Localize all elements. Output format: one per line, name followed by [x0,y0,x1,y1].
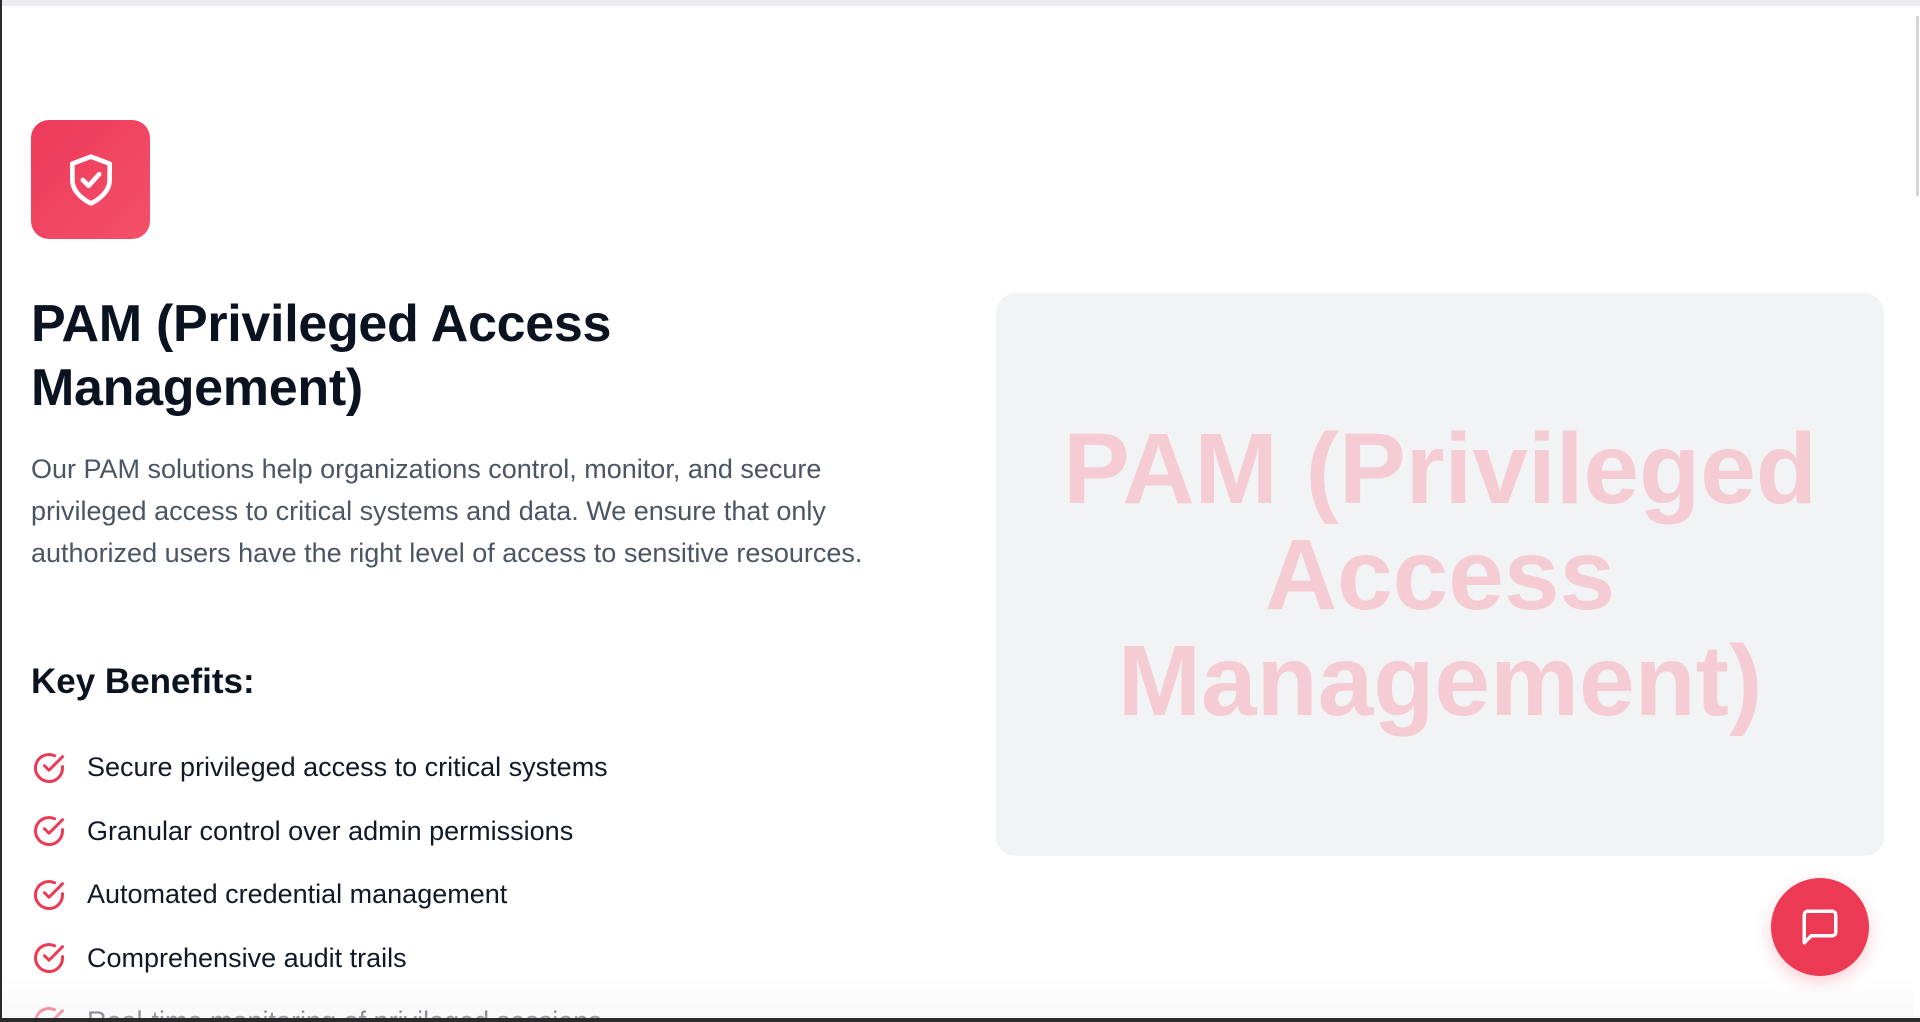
benefit-label: Comprehensive audit trails [87,942,407,973]
benefits-heading: Key Benefits: [31,662,255,701]
list-item: Automated credential management [31,863,931,927]
benefit-label: Automated credential management [87,879,508,910]
service-icon-tile [31,120,150,239]
benefits-list: Secure privileged access to critical sys… [31,736,931,1022]
check-circle-icon [34,943,64,974]
page-title: PAM (Privileged Access Management) [31,295,612,417]
scrollbar[interactable] [1914,6,1920,1016]
list-item: Secure privileged access to critical sys… [31,736,931,800]
scrollbar-thumb[interactable] [1916,16,1919,196]
bottom-edge [2,1018,1920,1022]
service-description: Our PAM solutions help organizations con… [31,454,863,568]
check-circle-icon [34,752,64,783]
chat-button[interactable] [1771,878,1869,976]
list-item: Granular control over admin permissions [31,800,931,864]
check-circle-icon [34,879,64,910]
check-circle-icon [34,816,64,847]
top-edge [2,0,1920,6]
hero-placeholder-text: PAM (Privileged Access Management) [1063,412,1817,737]
hero-image-placeholder: PAM (Privileged Access Management) [996,293,1884,856]
chat-bubble-icon [1802,909,1838,945]
shield-check-icon [69,153,112,206]
benefit-label: Secure privileged access to critical sys… [87,752,608,783]
list-item: Comprehensive audit trails [31,927,931,991]
benefit-label: Granular control over admin permissions [87,815,574,846]
page: PAM (Privileged Access Management) Our P… [0,0,1920,1022]
